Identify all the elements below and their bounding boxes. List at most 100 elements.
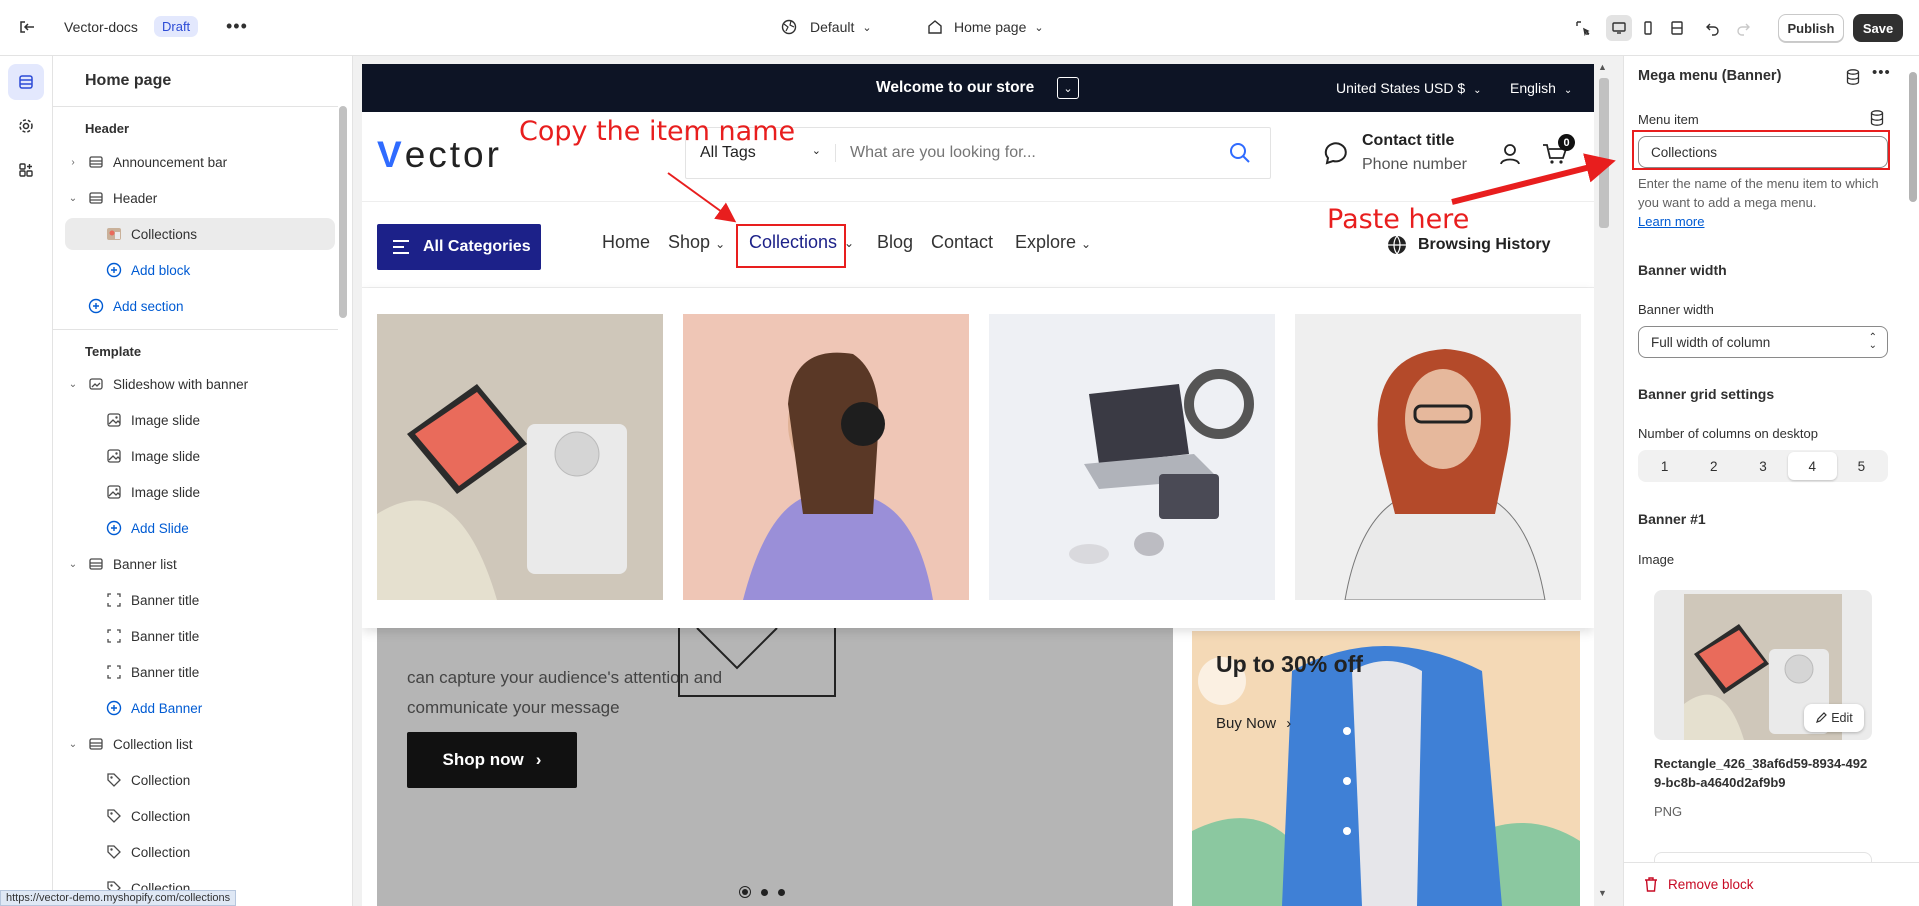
logo-text: ector bbox=[404, 134, 502, 175]
undo-icon[interactable] bbox=[1700, 15, 1726, 41]
plus-circle-icon bbox=[85, 298, 107, 314]
sidebar-item[interactable]: ⌄ Slideshow with banner bbox=[65, 368, 335, 400]
search-input[interactable] bbox=[850, 144, 1220, 162]
sidebar-add-item[interactable]: Add block bbox=[65, 254, 335, 286]
panel-scrollbar[interactable] bbox=[1909, 72, 1917, 202]
chevron-down-icon: ⌄ bbox=[811, 145, 821, 157]
column-option-5[interactable]: 5 bbox=[1837, 452, 1886, 480]
sidebar-item[interactable]: Collections bbox=[65, 218, 335, 250]
sections-icon[interactable] bbox=[8, 64, 44, 100]
sidebar-item[interactable]: Banner title bbox=[65, 584, 335, 616]
nav-contact[interactable]: Contact bbox=[931, 232, 993, 253]
sidebar-item[interactable]: Image slide bbox=[65, 476, 335, 508]
sidebar-item-label: Banner title bbox=[131, 628, 200, 644]
chevron-right-icon[interactable]: › bbox=[65, 157, 81, 168]
account-icon[interactable] bbox=[1498, 142, 1522, 166]
mega-banner-image[interactable] bbox=[683, 314, 969, 600]
tag-icon bbox=[103, 772, 125, 788]
sidebar-item[interactable]: ⌄ Header bbox=[65, 182, 335, 214]
dynamic-source-icon[interactable] bbox=[1870, 110, 1884, 126]
publish-button[interactable]: Publish bbox=[1778, 14, 1844, 42]
sidebar-item[interactable]: Collection bbox=[65, 836, 335, 868]
nav-shop[interactable]: Shop ⌄ bbox=[668, 232, 725, 253]
mega-banner-image[interactable] bbox=[989, 314, 1275, 600]
sidebar-item[interactable]: › Announcement bar bbox=[65, 146, 335, 178]
column-option-2[interactable]: 2 bbox=[1689, 452, 1738, 480]
chevron-down-icon[interactable]: ⌄ bbox=[65, 739, 81, 750]
chevron-right-icon: › bbox=[1286, 715, 1292, 732]
scrollbar-thumb[interactable] bbox=[1599, 78, 1609, 228]
database-icon[interactable] bbox=[1846, 69, 1860, 85]
shop-now-button[interactable]: Shop now › bbox=[407, 732, 577, 788]
slide-dots[interactable] bbox=[739, 886, 785, 898]
edit-image-button[interactable]: Edit bbox=[1804, 704, 1864, 732]
exit-icon[interactable] bbox=[18, 18, 36, 36]
all-categories-button[interactable]: All Categories bbox=[377, 224, 541, 270]
search-icon[interactable] bbox=[1228, 141, 1252, 165]
settings-panel: Mega menu (Banner) ••• Menu item Collect… bbox=[1623, 56, 1919, 906]
desktop-view-icon[interactable] bbox=[1606, 15, 1632, 41]
sidebar-scrollbar[interactable] bbox=[339, 106, 347, 318]
sidebar-add-item[interactable]: Add section bbox=[65, 290, 335, 322]
slide-dot[interactable] bbox=[761, 888, 768, 896]
column-option-1[interactable]: 1 bbox=[1640, 452, 1689, 480]
inspector-icon[interactable] bbox=[1570, 15, 1596, 41]
scroll-up-icon[interactable]: ▲ bbox=[1598, 62, 1607, 72]
theme-selector[interactable]: Default ⌄ bbox=[780, 18, 872, 36]
learn-more-link[interactable]: Learn more bbox=[1638, 214, 1704, 229]
canvas-scrollbar[interactable]: ▲ ▼ bbox=[1598, 62, 1610, 902]
chevron-down-icon[interactable]: ⌄ bbox=[1057, 77, 1079, 99]
mega-banner-image[interactable] bbox=[1295, 314, 1581, 600]
grid-settings-heading: Banner grid settings bbox=[1638, 386, 1775, 402]
sidebar-add-item[interactable]: Add Banner bbox=[65, 692, 335, 724]
sidebar-item[interactable]: Banner title bbox=[65, 620, 335, 652]
image-file-type: PNG bbox=[1654, 804, 1683, 819]
currency-label: United States USD $ bbox=[1336, 80, 1466, 96]
chevron-down-icon[interactable]: ⌄ bbox=[65, 193, 81, 204]
mega-banner-image[interactable] bbox=[377, 314, 663, 600]
sidebar-item-label: Image slide bbox=[131, 448, 201, 464]
mobile-view-icon[interactable] bbox=[1635, 15, 1661, 41]
store-logo[interactable]: Vector bbox=[377, 134, 502, 176]
sidebar-item[interactable]: Collection bbox=[65, 800, 335, 832]
apps-icon[interactable] bbox=[8, 152, 44, 188]
sidebar-item[interactable]: Image slide bbox=[65, 440, 335, 472]
promo-title: Up to 30% off bbox=[1216, 651, 1363, 677]
shop-now-label: Shop now bbox=[442, 750, 524, 769]
sidebar-item[interactable]: Image slide bbox=[65, 404, 335, 436]
save-button[interactable]: Save bbox=[1853, 14, 1903, 42]
column-option-3[interactable]: 3 bbox=[1738, 452, 1787, 480]
sidebar-add-item[interactable]: Add Slide bbox=[65, 512, 335, 544]
buy-now-link[interactable]: Buy Now › bbox=[1216, 715, 1291, 732]
nav-blog[interactable]: Blog bbox=[877, 232, 913, 253]
sidebar-item[interactable]: ⌄ Collection list bbox=[65, 728, 335, 760]
fullscreen-view-icon[interactable] bbox=[1664, 15, 1690, 41]
section-icon bbox=[85, 190, 107, 206]
nav-explore[interactable]: Explore ⌄ bbox=[1015, 232, 1091, 253]
settings-icon[interactable] bbox=[8, 108, 44, 144]
slide-dot[interactable] bbox=[739, 886, 751, 898]
sidebar-item[interactable]: Collection bbox=[65, 764, 335, 796]
section-sidebar: Home page Header › Announcement bar ⌄ Heade… bbox=[53, 56, 353, 906]
page-selector[interactable]: Home page ⌄ bbox=[926, 18, 1044, 36]
slideshow-icon bbox=[85, 376, 107, 392]
promo-banner[interactable]: Up to 30% off Buy Now › bbox=[1192, 631, 1580, 906]
browsing-history-link[interactable]: Browsing History bbox=[1418, 236, 1550, 254]
banner-image-picker[interactable]: Edit bbox=[1654, 590, 1872, 740]
sidebar-item[interactable]: ⌄ Banner list bbox=[65, 548, 335, 580]
language-selector[interactable]: English ⌄ bbox=[1510, 80, 1572, 96]
scroll-down-icon[interactable]: ▼ bbox=[1598, 888, 1607, 898]
more-icon[interactable]: ••• bbox=[226, 16, 248, 37]
chevron-down-icon[interactable]: ⌄ bbox=[65, 559, 81, 570]
nav-home[interactable]: Home bbox=[602, 232, 650, 253]
column-option-4[interactable]: 4 bbox=[1787, 452, 1837, 480]
slide-dot[interactable] bbox=[778, 888, 785, 896]
remove-block-button[interactable]: Remove block bbox=[1644, 877, 1754, 892]
currency-selector[interactable]: United States USD $ ⌄ bbox=[1336, 80, 1481, 96]
sidebar-item[interactable]: Banner title bbox=[65, 656, 335, 688]
banner-width-select[interactable]: Full width of column ⌃ ⌄ bbox=[1638, 326, 1888, 358]
more-icon[interactable]: ••• bbox=[1872, 64, 1891, 81]
redo-icon[interactable] bbox=[1730, 15, 1756, 41]
globe-icon bbox=[781, 19, 797, 35]
chevron-down-icon[interactable]: ⌄ bbox=[65, 379, 81, 390]
